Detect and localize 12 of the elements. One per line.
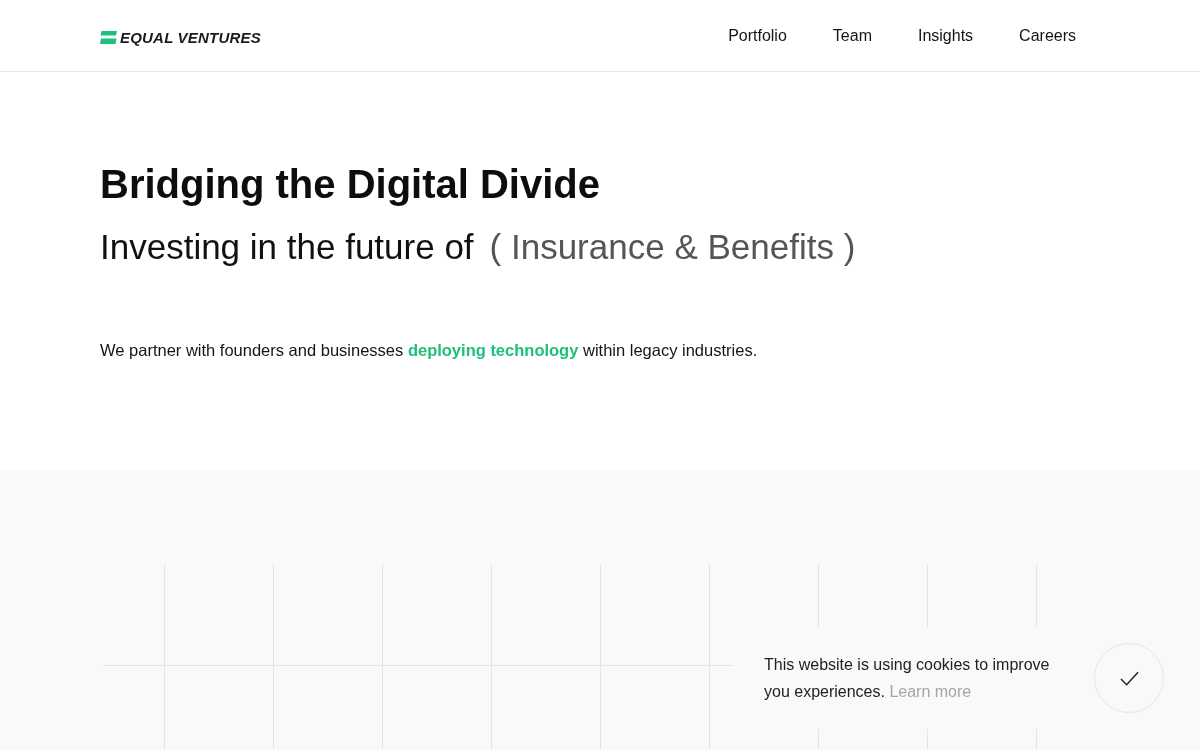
nav-link[interactable]: Insights (917, 26, 974, 45)
nav-link[interactable]: Team (832, 26, 872, 45)
industry-highlight: ( Insurance & Benefits ) (489, 226, 856, 268)
logo-link[interactable]: EQUAL VENTURES (100, 28, 261, 46)
hero-subtitle: Investing in the future of (100, 226, 474, 268)
hero-title: Bridging the Digital Divide (100, 161, 602, 208)
hero-description: We partner with founders and businesses deploying technology within legacy industries. (100, 340, 759, 361)
nav-link[interactable]: Careers (1019, 26, 1076, 45)
cookie-notice: This website is using cookies to improve you experiences. Learn more (764, 655, 1051, 702)
check-icon (1119, 670, 1139, 686)
nav-link[interactable]: Portfolio (728, 26, 787, 45)
logo-bars-icon (100, 30, 117, 44)
